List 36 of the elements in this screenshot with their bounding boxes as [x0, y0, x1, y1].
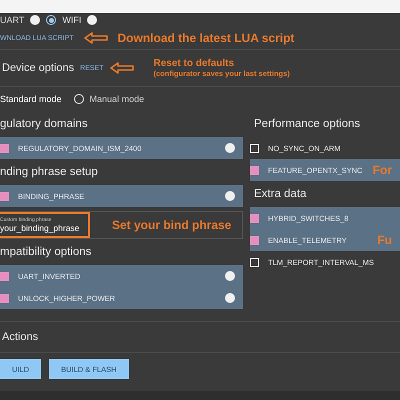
checkbox[interactable] — [250, 236, 259, 244]
annotation-text: Set your bind phrase — [112, 218, 232, 232]
checkbox[interactable] — [250, 258, 259, 266]
radio-button[interactable] — [74, 94, 84, 104]
annotation-title: Reset to defaults — [154, 58, 236, 69]
radio-label[interactable]: UART — [0, 15, 24, 25]
checkbox[interactable] — [250, 214, 259, 222]
group-heading: nding phrase setup — [0, 165, 99, 180]
help-icon[interactable] — [225, 191, 235, 201]
radio-label[interactable]: Manual mode — [90, 94, 144, 104]
help-icon[interactable] — [225, 143, 235, 153]
annotation-text: Download the latest LUA script — [118, 31, 294, 45]
group-heading: Performance options — [253, 117, 362, 132]
checkbox[interactable] — [250, 166, 259, 174]
help-icon[interactable] — [87, 15, 98, 25]
radio-button[interactable] — [46, 15, 56, 25]
binding-phrase-input[interactable]: your_binding_phrase — [0, 223, 84, 233]
checkbox[interactable] — [0, 272, 9, 280]
annotation-text: For — [372, 163, 392, 177]
left-arrow-icon — [110, 62, 134, 74]
group-heading: mpatibility options — [0, 245, 92, 260]
left-arrow-icon — [84, 32, 108, 44]
help-icon[interactable] — [225, 293, 235, 303]
annotation-text: Fu — [377, 233, 392, 247]
group-heading: Extra data — [253, 187, 308, 202]
help-icon[interactable] — [225, 271, 235, 281]
section-title: Device options — [1, 62, 74, 74]
radio-label[interactable]: Standard mode — [0, 94, 62, 104]
checkbox[interactable] — [0, 294, 9, 302]
radio-label[interactable]: WIFI — [62, 15, 82, 25]
group-heading: gulatory domains — [0, 117, 89, 132]
checkbox[interactable] — [250, 144, 259, 152]
checkbox[interactable] — [0, 192, 9, 200]
checkbox[interactable] — [0, 144, 9, 152]
help-icon[interactable] — [30, 15, 40, 25]
section-title: Actions — [1, 331, 38, 343]
